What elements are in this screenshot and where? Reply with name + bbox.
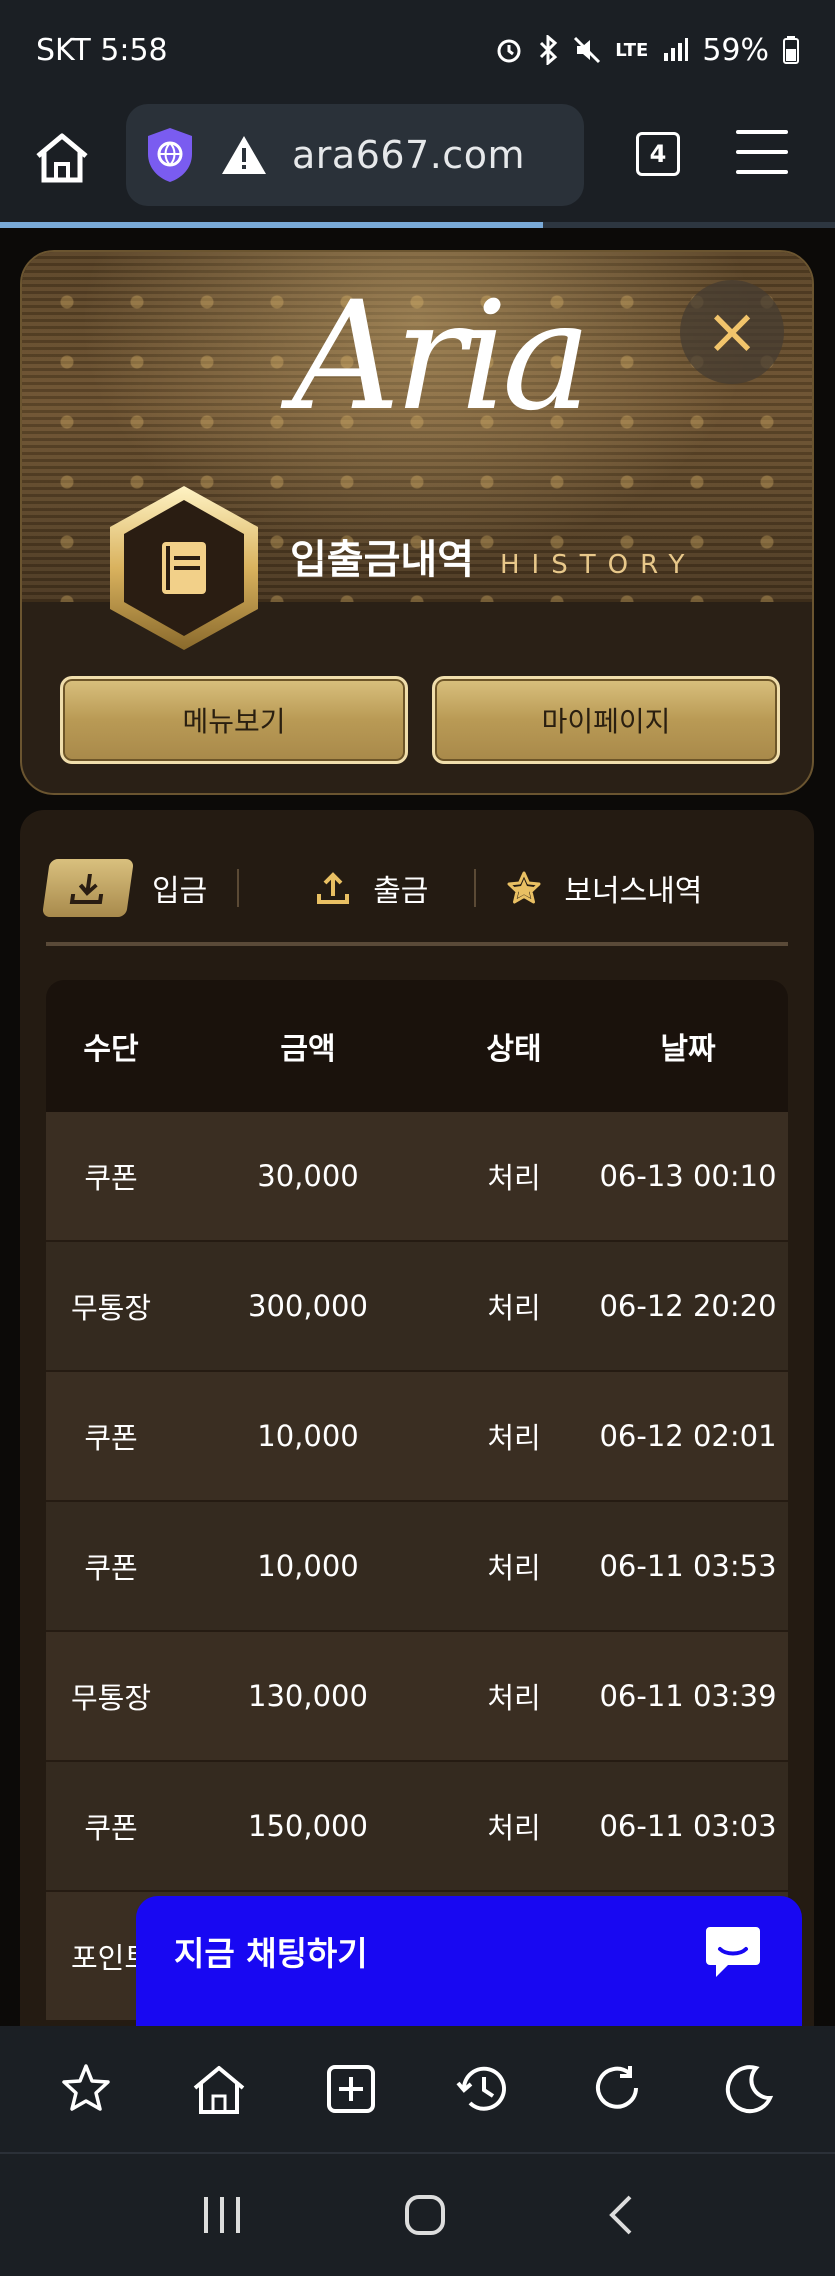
cell-status: 처리 bbox=[487, 1551, 541, 1585]
cell-amount: 10,000 bbox=[257, 1549, 359, 1583]
system-nav-bar bbox=[0, 2152, 835, 2276]
table-row: 쿠폰 10,000 처리 06-11 03:53 bbox=[46, 1502, 788, 1632]
address-bar[interactable]: ara667.com bbox=[126, 104, 584, 206]
cell-date: 06-11 03:53 bbox=[599, 1549, 777, 1583]
tab-bonus-label: 보너스내역 bbox=[564, 874, 703, 909]
tab-divider bbox=[237, 869, 240, 907]
cell-date: 06-11 03:39 bbox=[599, 1679, 777, 1713]
title-korean: 입출금내역 bbox=[290, 537, 474, 583]
cell-status: 처리 bbox=[487, 1681, 541, 1715]
column-header-method: 수단 bbox=[83, 1032, 139, 1067]
cell-amount: 10,000 bbox=[257, 1419, 359, 1453]
table-row: 쿠폰 30,000 처리 06-13 00:10 bbox=[46, 1112, 788, 1242]
home-icon[interactable] bbox=[30, 126, 94, 190]
close-icon: × bbox=[705, 295, 759, 369]
section-title: 입출금내역 HISTORY bbox=[290, 527, 696, 585]
browser-menu-icon[interactable] bbox=[736, 130, 788, 174]
cell-method: 쿠폰 bbox=[84, 1551, 138, 1585]
home-icon[interactable] bbox=[191, 2062, 247, 2116]
tab-divider bbox=[474, 869, 477, 907]
chat-bubble-icon bbox=[704, 1923, 762, 1979]
tab-withdraw-label: 출금 bbox=[373, 874, 429, 909]
cell-method: 무통장 bbox=[70, 1681, 152, 1715]
tab-bonus[interactable]: 보너스내역 bbox=[506, 866, 702, 910]
table-row: 무통장 130,000 처리 06-11 03:39 bbox=[46, 1632, 788, 1762]
signal-icon bbox=[662, 37, 689, 63]
close-button[interactable]: × bbox=[680, 280, 784, 384]
cell-method: 쿠폰 bbox=[84, 1421, 138, 1455]
cell-amount: 150,000 bbox=[248, 1809, 368, 1843]
table-header: 수단 금액 상태 날짜 bbox=[46, 980, 788, 1112]
reload-icon[interactable] bbox=[590, 2062, 644, 2116]
column-header-amount: 금액 bbox=[280, 1032, 336, 1067]
cell-amount: 30,000 bbox=[257, 1159, 359, 1193]
network-label: LTE bbox=[615, 39, 649, 61]
secure-dns-icon bbox=[144, 126, 196, 184]
cell-status: 처리 bbox=[487, 1421, 541, 1455]
status-bar: SKT 5:58 LTE 59% bbox=[0, 0, 835, 100]
cell-date: 06-12 02:01 bbox=[599, 1419, 777, 1453]
tab-underline bbox=[46, 942, 788, 946]
recent-apps-icon[interactable] bbox=[200, 2195, 244, 2235]
cell-date: 06-13 00:10 bbox=[599, 1159, 777, 1193]
menu-view-button[interactable]: 메뉴보기 bbox=[60, 676, 408, 764]
cell-status: 처리 bbox=[487, 1161, 541, 1195]
night-mode-icon[interactable] bbox=[722, 2062, 776, 2116]
cell-method: 무통장 bbox=[70, 1291, 152, 1325]
tab-withdraw[interactable]: 출금 bbox=[315, 866, 428, 910]
chat-widget[interactable]: 지금 채팅하기 bbox=[136, 1896, 802, 2046]
chat-label: 지금 채팅하기 bbox=[174, 1934, 368, 1973]
history-icon[interactable] bbox=[454, 2061, 512, 2117]
bluetooth-icon bbox=[537, 35, 559, 65]
header-button-row: 메뉴보기 마이페이지 bbox=[60, 676, 780, 766]
battery-level: 59% bbox=[702, 32, 769, 68]
star-icon bbox=[506, 870, 542, 906]
url-text: ara667.com bbox=[292, 133, 525, 177]
cell-status: 처리 bbox=[487, 1291, 541, 1325]
history-table: 수단 금액 상태 날짜 쿠폰 30,000 처리 06-13 00:10 무통장… bbox=[46, 980, 788, 2022]
column-header-status: 상태 bbox=[486, 1032, 542, 1067]
alarm-icon bbox=[495, 36, 523, 64]
status-icons: LTE 59% bbox=[495, 33, 799, 68]
new-tab-icon[interactable] bbox=[325, 2063, 377, 2115]
mute-icon bbox=[573, 36, 601, 64]
bookmark-star-icon[interactable] bbox=[59, 2062, 113, 2116]
tab-deposit[interactable]: 입금 bbox=[41, 859, 208, 917]
tab-count: 4 bbox=[649, 140, 667, 168]
title-english: HISTORY bbox=[500, 550, 697, 580]
book-icon bbox=[104, 482, 264, 654]
table-row: 무통장 300,000 처리 06-12 20:20 bbox=[46, 1242, 788, 1372]
download-icon bbox=[41, 859, 135, 917]
table-row: 쿠폰 10,000 처리 06-12 02:01 bbox=[46, 1372, 788, 1502]
cell-date: 06-11 03:03 bbox=[599, 1809, 777, 1843]
mypage-button[interactable]: 마이페이지 bbox=[432, 676, 780, 764]
page-content: Aria × 입출금내역 HISTORY 메뉴보기 마이페이지 입금 출금 보너… bbox=[0, 228, 835, 2050]
column-header-date: 날짜 bbox=[660, 1032, 716, 1067]
tab-deposit-label: 입금 bbox=[152, 874, 208, 909]
browser-bottom-bar bbox=[0, 2026, 835, 2152]
history-header-card: Aria × 입출금내역 HISTORY 메뉴보기 마이페이지 bbox=[20, 250, 814, 795]
history-content-card: 입금 출금 보너스내역 수단 금액 상태 날짜 쿠폰 30,000 처리 06-… bbox=[20, 810, 814, 2050]
history-tabs: 입금 출금 보너스내역 bbox=[41, 850, 788, 926]
cell-method: 쿠폰 bbox=[84, 1161, 138, 1195]
aria-logo: Aria bbox=[292, 270, 591, 444]
warning-icon bbox=[220, 134, 268, 176]
cell-amount: 300,000 bbox=[248, 1289, 368, 1323]
table-row: 쿠폰 150,000 처리 06-11 03:03 bbox=[46, 1762, 788, 1892]
carrier-time: SKT 5:58 bbox=[36, 32, 168, 68]
table-body: 쿠폰 30,000 처리 06-13 00:10 무통장 300,000 처리 … bbox=[46, 1112, 788, 2022]
home-nav-icon[interactable] bbox=[403, 2193, 447, 2237]
upload-icon bbox=[315, 870, 351, 906]
back-icon[interactable] bbox=[606, 2193, 636, 2237]
browser-toolbar: ara667.com 4 bbox=[0, 100, 835, 225]
cell-status: 처리 bbox=[487, 1811, 541, 1845]
cell-amount: 130,000 bbox=[248, 1679, 368, 1713]
cell-method: 쿠폰 bbox=[84, 1811, 138, 1845]
battery-icon bbox=[783, 36, 799, 64]
cell-date: 06-12 20:20 bbox=[599, 1289, 777, 1323]
tab-switcher-button[interactable]: 4 bbox=[636, 132, 680, 176]
